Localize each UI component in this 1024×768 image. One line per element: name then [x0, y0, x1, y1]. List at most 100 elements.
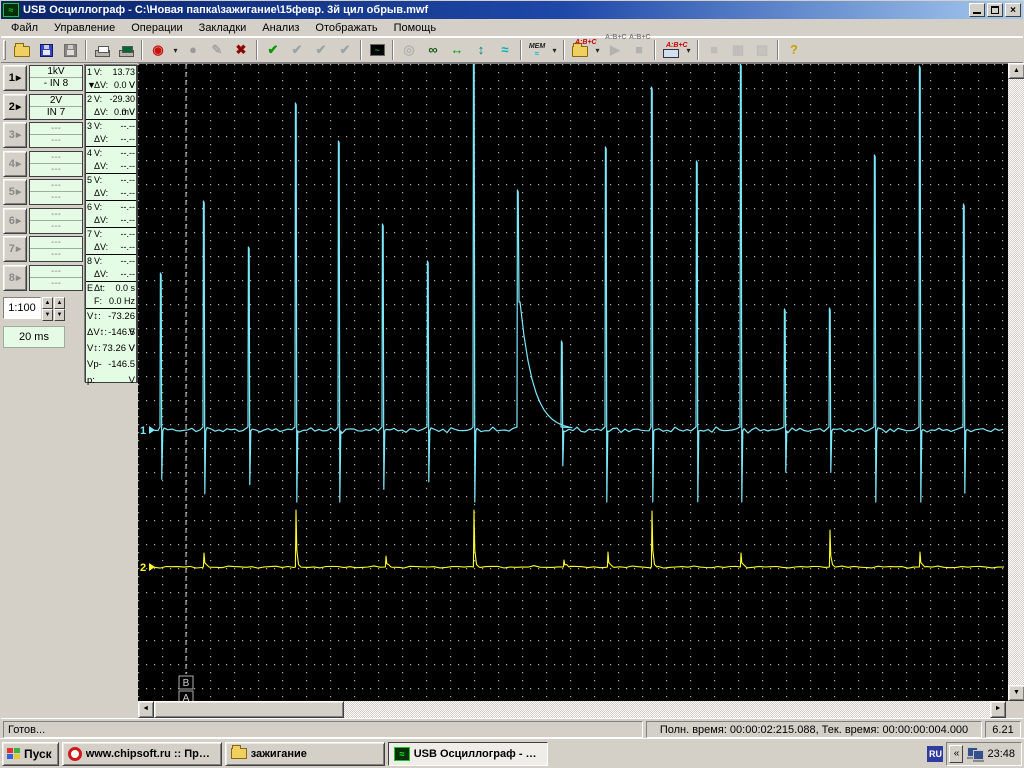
- oscilloscope-display[interactable]: BA12: [138, 63, 1008, 701]
- menu-help[interactable]: Помощь: [386, 20, 445, 36]
- minimize-button[interactable]: [969, 3, 985, 17]
- marker-down-button[interactable]: ✔: [285, 39, 309, 61]
- tray-collapse-button[interactable]: «: [949, 745, 963, 763]
- toolbar-separator: [392, 40, 394, 60]
- menu-control[interactable]: Управление: [46, 20, 123, 36]
- hscroll-track[interactable]: [154, 701, 990, 718]
- toolbar-separator: [256, 40, 258, 60]
- taskbar-button-folder[interactable]: зажигание: [225, 742, 385, 766]
- menu-bookmarks[interactable]: Закладки: [191, 20, 255, 36]
- abc-panel-button[interactable]: [659, 39, 683, 61]
- channel-3-button[interactable]: 3▶: [3, 122, 27, 148]
- measure-channel-7: 7V:--.--ΔV:--.--: [86, 228, 136, 255]
- vertical-scrollbar[interactable]: ▲ ▼: [1008, 63, 1024, 701]
- channel-7-settings[interactable]: ------: [29, 236, 83, 262]
- channel-1-settings[interactable]: 1kV- IN 8: [29, 65, 83, 91]
- close-button[interactable]: ×: [1005, 3, 1021, 17]
- cursor-measure-button[interactable]: ↕: [469, 39, 493, 61]
- fit-horizontal-button[interactable]: ↔: [445, 39, 469, 61]
- vscroll-track[interactable]: [1008, 79, 1024, 685]
- start-record-button[interactable]: ◉: [146, 39, 170, 61]
- hscroll-thumb[interactable]: [154, 701, 344, 718]
- measure-dv-row: ΔV:0.0 V: [87, 106, 135, 119]
- marker-ok-button[interactable]: ✔: [261, 39, 285, 61]
- marker-all-button[interactable]: ✔: [309, 39, 333, 61]
- print-waveform-button[interactable]: [114, 39, 138, 61]
- abc-open-button[interactable]: [568, 39, 592, 61]
- channel-3-settings[interactable]: ------: [29, 122, 83, 148]
- channel-6-settings[interactable]: ------: [29, 208, 83, 234]
- marker-forward-button[interactable]: ✔: [333, 39, 357, 61]
- channel-5-row: 5▶------: [3, 179, 85, 205]
- restore-button[interactable]: [987, 3, 1003, 17]
- channel-2-marker: 2: [140, 562, 146, 574]
- channel-7-row: 7▶------: [3, 236, 85, 262]
- timebase-spinner[interactable]: ▲▼: [54, 297, 65, 319]
- scale-ratio-spinner[interactable]: ▲▼: [42, 297, 53, 319]
- channel-5-settings[interactable]: ------: [29, 179, 83, 205]
- scope-canvas[interactable]: BA12: [138, 64, 1008, 702]
- channel-number: 6: [9, 215, 15, 227]
- channel-2-settings[interactable]: 2VIN 7: [29, 94, 83, 120]
- start-record-dropdown[interactable]: ▾: [170, 39, 181, 61]
- help-button[interactable]: ?: [782, 39, 806, 61]
- save-file-button[interactable]: [34, 39, 58, 61]
- measure-channel-8: 8V:--.--ΔV:--.--: [86, 255, 136, 282]
- channel-4-button[interactable]: 4▶: [3, 151, 27, 177]
- print-button[interactable]: [90, 39, 114, 61]
- vscroll-down-button[interactable]: ▼: [1008, 685, 1024, 701]
- spin-down-icon[interactable]: ▼: [54, 309, 65, 321]
- measure-total-value: 73.26 V: [101, 341, 135, 357]
- memory-button[interactable]: MEM≈: [525, 39, 549, 61]
- menu-operations[interactable]: Операции: [123, 20, 190, 36]
- measure-dv-row: ΔV:--.--: [87, 160, 135, 173]
- marker-ok-icon: ✔: [268, 43, 279, 57]
- toolbar-grip: [3, 40, 6, 60]
- channel-7-button[interactable]: 7▶: [3, 236, 27, 262]
- channel-number: 7: [9, 243, 15, 255]
- memory-dropdown[interactable]: ▾: [549, 39, 560, 61]
- channel-8-button[interactable]: 8▶: [3, 265, 27, 291]
- measure-channel-number: 6: [87, 201, 94, 214]
- vscroll-up-button[interactable]: ▲: [1008, 63, 1024, 79]
- trigger-marker-icon: [87, 133, 94, 146]
- channel-8-settings[interactable]: ------: [29, 265, 83, 291]
- folder2-icon: [231, 748, 247, 759]
- channel-6-button[interactable]: 6▶: [3, 208, 27, 234]
- search-icon: ∞: [428, 43, 437, 57]
- display-options-button[interactable]: ~: [365, 39, 389, 61]
- menu-file[interactable]: Файл: [3, 20, 46, 36]
- taskbar-button-scope[interactable]: ≈USB Осциллограф - C...: [388, 742, 548, 766]
- marker-all-icon: ✔: [316, 43, 327, 57]
- measure-total-label: V↕:: [87, 309, 101, 325]
- network-icon[interactable]: [967, 747, 983, 760]
- taskbar-button-browser[interactable]: www.chipsoft.ru :: Прос...: [62, 742, 222, 766]
- spin-up-icon[interactable]: ▲: [54, 297, 65, 309]
- delete-record-button[interactable]: ✖: [229, 39, 253, 61]
- timebase-value[interactable]: 20 ms: [3, 326, 65, 348]
- measure-channel-5: 5V:--.--ΔV:--.--: [86, 174, 136, 201]
- channel-1-button[interactable]: 1▶: [3, 65, 27, 91]
- channel-5-button[interactable]: 5▶: [3, 179, 27, 205]
- open-file-button[interactable]: [10, 39, 34, 61]
- search-button[interactable]: ∞: [421, 39, 445, 61]
- horizontal-scrollbar[interactable]: ◄ ►: [138, 701, 1006, 718]
- hscroll-right-button[interactable]: ►: [990, 701, 1006, 718]
- start-button[interactable]: Пуск: [2, 742, 59, 766]
- channel-4-settings[interactable]: ------: [29, 151, 83, 177]
- scale-ratio-value[interactable]: 1:100: [3, 297, 41, 319]
- measure-dv-value: 0.0 V: [108, 106, 135, 119]
- spin-down-icon[interactable]: ▼: [42, 309, 53, 321]
- fill-block-icon: ▦: [732, 43, 744, 57]
- channel-2-button[interactable]: 2▶: [3, 94, 27, 120]
- language-indicator[interactable]: RU: [927, 746, 943, 762]
- record-single-button[interactable]: ●: [181, 39, 205, 61]
- mem-wave-icon: ≈: [529, 50, 545, 57]
- measure-v-value: 13.73 V: [108, 66, 135, 79]
- hscroll-left-button[interactable]: ◄: [138, 701, 154, 718]
- menu-analysis[interactable]: Анализ: [254, 20, 307, 36]
- fit-waveform-button[interactable]: ≈: [493, 39, 517, 61]
- spin-up-icon[interactable]: ▲: [42, 297, 53, 309]
- menu-display[interactable]: Отображать: [307, 20, 385, 36]
- channel-number: 2: [9, 101, 15, 113]
